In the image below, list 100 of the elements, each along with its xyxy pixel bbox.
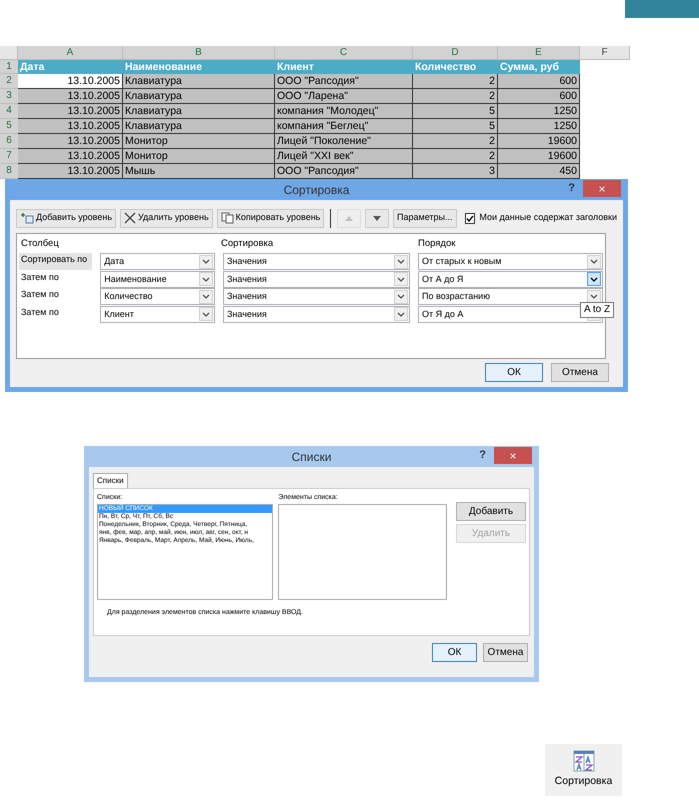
table-cell: 3 (413, 164, 498, 179)
table-cell: Клавиатура (123, 119, 275, 134)
table-cell: 2 (413, 89, 498, 104)
level-label[interactable]: Затем по (19, 270, 92, 288)
entries-field[interactable] (278, 504, 447, 600)
dropdown[interactable]: Значения (223, 270, 410, 288)
table-cell: компания "Молодец" (275, 104, 413, 119)
table-header-cell: Клиент (275, 60, 413, 74)
tooltip: A to Z (580, 302, 614, 318)
copy-icon (220, 212, 234, 224)
dropdown[interactable]: Клиент (100, 306, 215, 323)
table-cell: 1250 (498, 104, 580, 119)
chevron-icon (396, 294, 405, 300)
close-icon (124, 212, 136, 224)
window-title: Сортировка (284, 182, 350, 199)
table-cell: 5 (413, 119, 498, 134)
table-cell: 19600 (498, 134, 580, 149)
table-cell: 600 (498, 89, 580, 104)
row-number[interactable]: 6 (0, 134, 18, 149)
chevron-icon (202, 259, 210, 264)
table-cell: 5 (413, 104, 498, 119)
column-header[interactable]: A (18, 46, 123, 59)
dialog-button[interactable]: Отмена (551, 363, 609, 382)
close-button[interactable]: × (583, 180, 621, 197)
table-cell: 19600 (498, 149, 580, 164)
table-cell: 13.10.2005 (18, 104, 123, 119)
column-heading: Сортировка (220, 237, 274, 251)
dropdown[interactable]: Значения (223, 306, 410, 323)
toolbar-button[interactable]: Копировать уровень (216, 208, 324, 228)
toolbar-button[interactable]: Удалить уровень (120, 208, 213, 228)
table-cell: 450 (498, 164, 580, 179)
table-cell: Лицей "Поколение" (275, 134, 413, 149)
dialog-button[interactable]: ОК (432, 643, 477, 662)
column-header[interactable]: E (498, 46, 580, 59)
row-number[interactable]: 4 (0, 104, 18, 119)
table-cell: Клавиатура (123, 74, 275, 89)
dialog-button[interactable]: ОК (485, 363, 543, 382)
chevron-icon (396, 276, 405, 282)
dialog-button[interactable]: Добавить (456, 502, 526, 521)
dropdown[interactable]: Дата (100, 253, 215, 270)
table-cell: компания "Беглец" (275, 119, 413, 134)
table-cell: 13.10.2005 (18, 119, 123, 134)
column-heading: Порядок (417, 237, 456, 251)
row-number[interactable]: 1 (0, 60, 18, 74)
checkbox[interactable] (464, 212, 476, 224)
table-cell: Клавиатура (123, 89, 275, 104)
table-cell: Монитор (123, 134, 275, 149)
dropdown[interactable]: От старых к новым (418, 253, 603, 270)
column-heading: Столбец (20, 237, 60, 251)
help-button[interactable]: ? (479, 447, 486, 464)
table-cell: ООО "Рапсодия" (275, 164, 413, 179)
table-cell: 13.10.2005 (18, 164, 123, 179)
row-number[interactable]: 2 (0, 74, 18, 89)
chevron-icon (590, 276, 598, 282)
table-cell: 1250 (498, 119, 580, 134)
sort-icon (572, 750, 594, 772)
table-cell: 13.10.2005 (18, 89, 123, 104)
chevron-icon (396, 312, 405, 317)
dropdown[interactable]: Наименование (100, 270, 215, 288)
row-number[interactable]: 5 (0, 119, 18, 134)
column-header[interactable]: F (580, 46, 630, 59)
table-cell: 2 (413, 74, 498, 89)
help-button[interactable]: ? (568, 180, 575, 197)
dropdown[interactable]: Значения (223, 288, 410, 306)
chevron-icon (202, 312, 210, 317)
table-cell: ООО "Рапсодия" (275, 74, 413, 89)
chevron-icon (396, 259, 405, 264)
table-cell: ООО "Ларена" (275, 89, 413, 104)
column-header[interactable]: B (123, 46, 275, 59)
column-header[interactable]: D (413, 46, 498, 59)
table-cell: Лицей "XXI век" (275, 149, 413, 164)
dropdown[interactable]: От А до Я (418, 270, 603, 288)
level-label[interactable]: Сортировать по (19, 253, 92, 270)
sort-ribbon-button[interactable]: Сортировка (545, 744, 622, 796)
chevron-icon (202, 294, 210, 300)
row-number[interactable]: 8 (0, 164, 18, 179)
table-header-cell: Сумма, руб (498, 60, 580, 74)
row-number[interactable]: 7 (0, 149, 18, 164)
level-label[interactable]: Затем по (19, 288, 92, 306)
dialog-button[interactable]: Отмена (483, 643, 528, 662)
add-level-icon (20, 212, 34, 224)
move-down-button[interactable] (365, 208, 390, 228)
row-number[interactable]: 3 (0, 89, 18, 104)
window-title: Списки (292, 449, 332, 466)
down-triangle-icon (373, 216, 382, 220)
up-triangle-icon (345, 216, 354, 220)
table-cell: Клавиатура (123, 104, 275, 119)
dropdown[interactable]: Количество (100, 288, 215, 306)
level-label[interactable]: Затем по (19, 306, 92, 323)
dropdown[interactable]: Значения (223, 253, 410, 270)
chevron-icon (590, 259, 598, 264)
dropdown[interactable]: По возрастанию (418, 288, 603, 306)
options-button[interactable]: Параметры... (393, 208, 456, 228)
close-button[interactable]: × (494, 447, 532, 464)
tab[interactable]: Списки (93, 473, 128, 488)
table-cell: 13.10.2005 (18, 74, 123, 89)
table-header-cell: Наименование (123, 60, 275, 74)
chevron-icon (202, 276, 210, 282)
toolbar-button[interactable]: Добавить уровень (16, 208, 116, 228)
table-cell: 2 (413, 134, 498, 149)
